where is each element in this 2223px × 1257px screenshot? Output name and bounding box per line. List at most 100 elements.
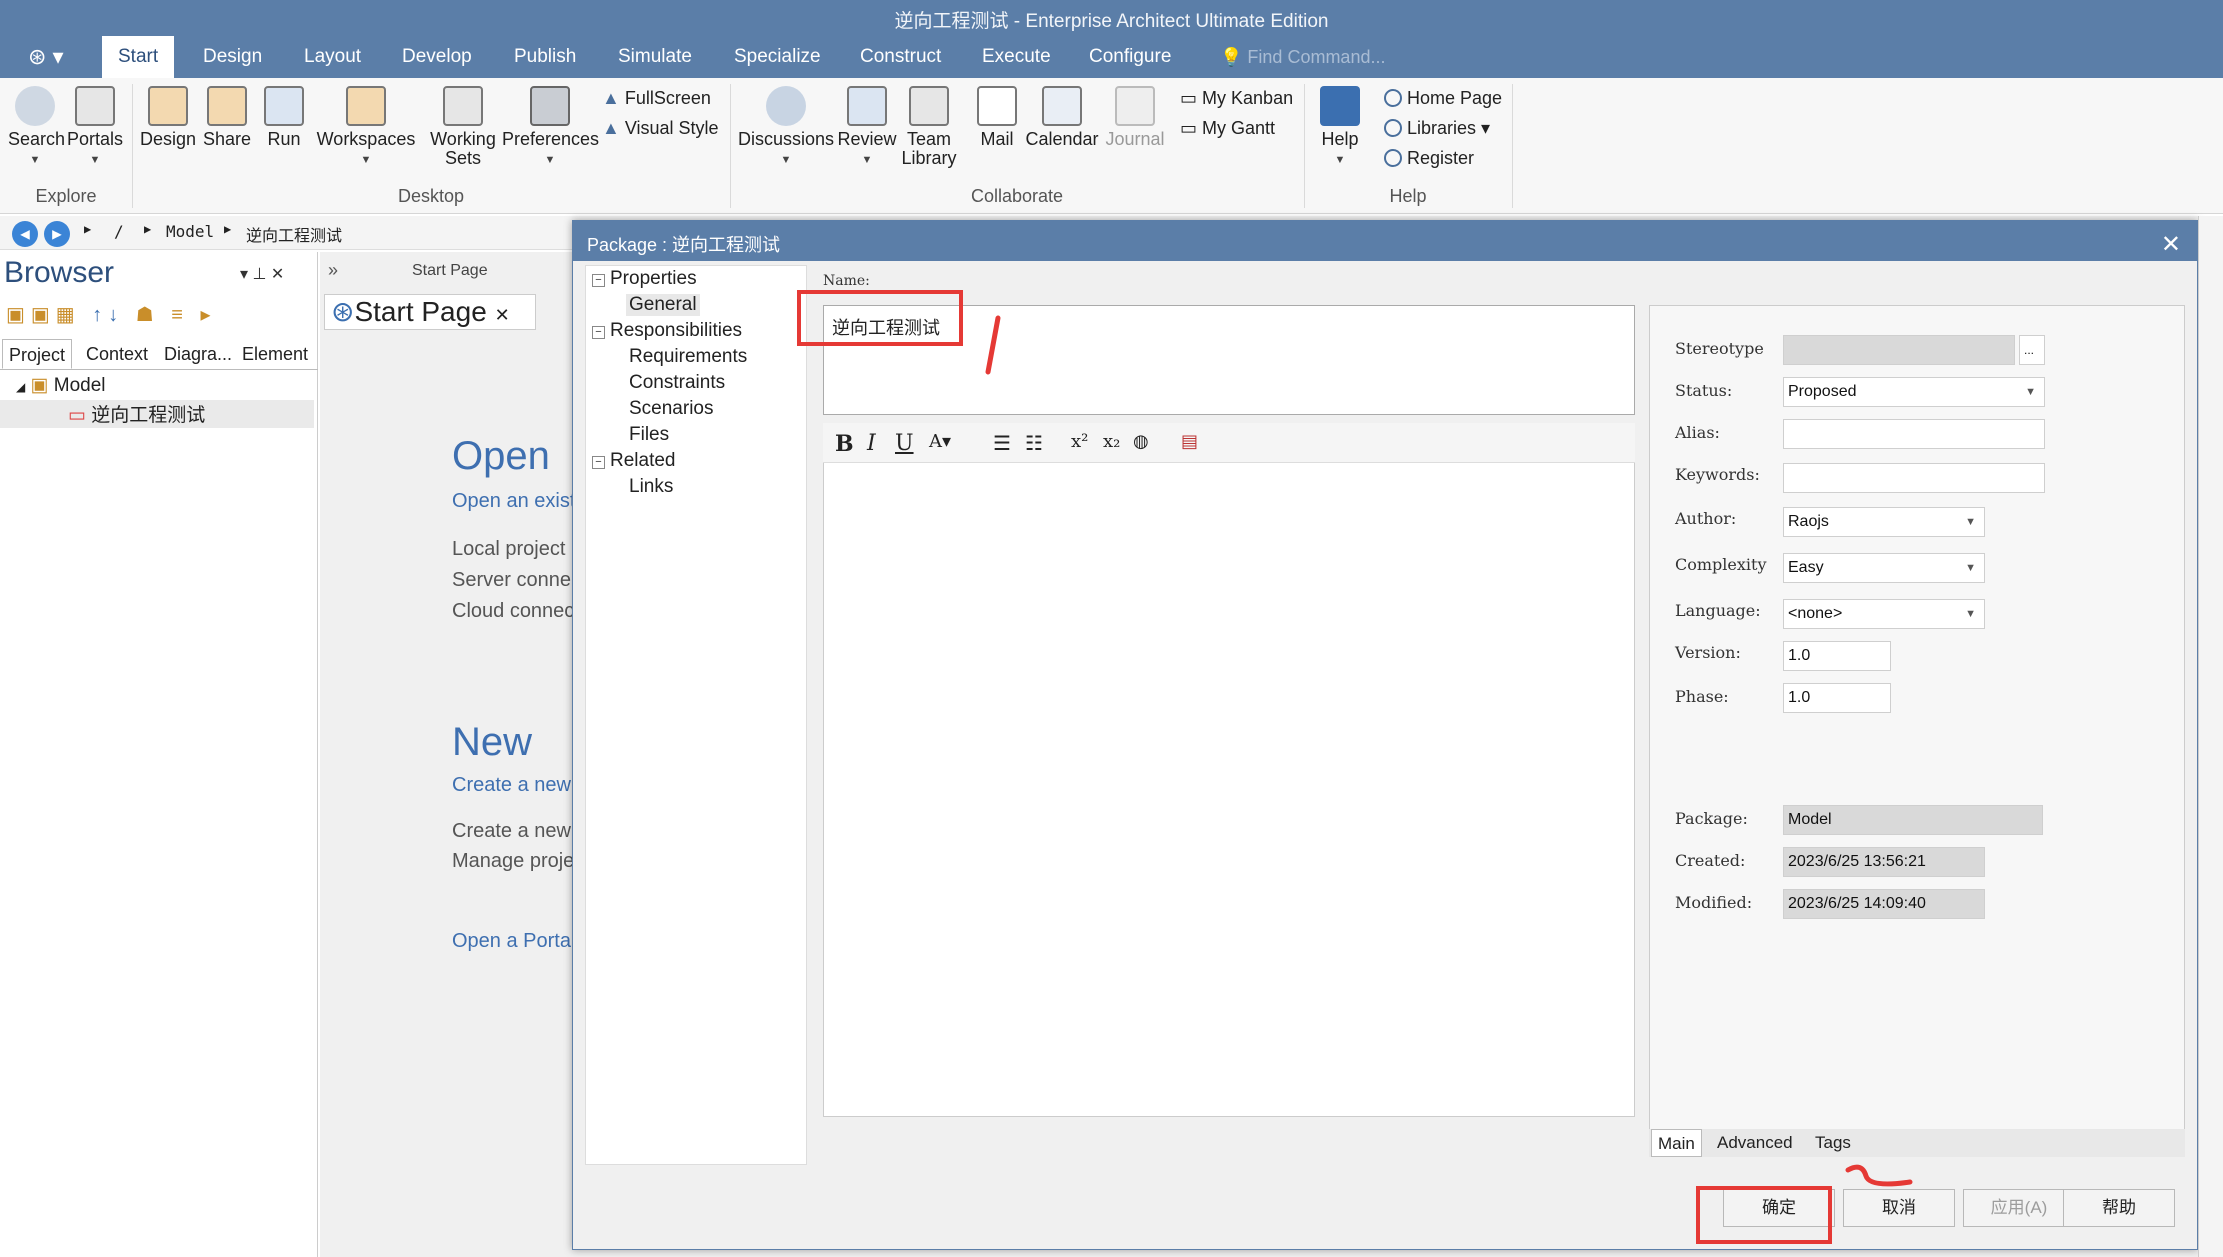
tab-execute[interactable]: Execute <box>966 36 1067 78</box>
tab-publish[interactable]: Publish <box>498 36 592 78</box>
open-portal-link[interactable]: Open a Portal <box>452 930 575 953</box>
tree-properties[interactable]: Properties <box>610 268 697 290</box>
discussions-button[interactable]: Discussions ▼ <box>738 86 834 170</box>
complexity-select[interactable]: Easy ▼ <box>1783 553 1985 583</box>
libraries-button[interactable]: Libraries ▾ <box>1384 118 1490 139</box>
alias-input[interactable] <box>1783 419 2045 449</box>
my-kanban-button[interactable]: ▭ My Kanban <box>1180 88 1293 109</box>
tab-simulate[interactable]: Simulate <box>602 36 708 78</box>
share-button[interactable]: Share <box>200 86 254 149</box>
preferences-button[interactable]: Preferences ▼ <box>502 86 599 170</box>
model-icon: ▣ <box>30 375 49 396</box>
browser-tab-element[interactable]: Element <box>236 339 314 369</box>
version-input[interactable]: 1.0 <box>1783 641 1891 671</box>
tab-main[interactable]: Main <box>1651 1129 1702 1157</box>
tab-develop[interactable]: Develop <box>386 36 488 78</box>
tree-item-package[interactable]: ▭ 逆向工程测试 <box>0 400 314 428</box>
open-existing-link[interactable]: Open an exist <box>452 490 575 513</box>
status-label: Status: <box>1675 381 1733 400</box>
tab-start[interactable]: Start <box>102 36 175 78</box>
numbered-list-icon[interactable]: ☷ <box>1025 431 1043 455</box>
review-button[interactable]: Review ▼ <box>836 86 898 170</box>
search-button[interactable]: Search ▼ <box>8 86 65 170</box>
manage-projects-text[interactable]: Manage proje <box>452 850 574 873</box>
tree-item-model[interactable]: ◢ ▣ Model <box>16 374 106 397</box>
dialog-close-icon[interactable]: ✕ <box>2161 225 2181 265</box>
globe-icon[interactable]: ◍ <box>1133 431 1149 452</box>
create-new-text[interactable]: Create a new <box>452 820 571 843</box>
design-button[interactable]: Design <box>138 86 198 149</box>
find-command-input[interactable]: 💡 Find Command... <box>1220 36 1385 78</box>
run-button[interactable]: Run <box>258 86 310 149</box>
calendar-button[interactable]: Calendar <box>1024 86 1100 149</box>
package-field: Model <box>1783 805 2043 835</box>
register-button[interactable]: Register <box>1384 148 1474 169</box>
tree-constraints[interactable]: Constraints <box>629 372 725 394</box>
fullscreen-button[interactable]: ▲ FullScreen <box>602 88 711 109</box>
tree-files[interactable]: Files <box>629 424 669 446</box>
home-page-button[interactable]: Home Page <box>1384 88 1502 109</box>
collapse-icon[interactable]: − <box>592 456 605 469</box>
visual-style-button[interactable]: ▲ Visual Style <box>602 118 719 139</box>
tab-specialize[interactable]: Specialize <box>718 36 837 78</box>
font-color-icon[interactable]: A▾ <box>929 431 951 452</box>
tree-responsibilities[interactable]: Responsibilities <box>610 320 742 342</box>
author-select[interactable]: Raojs ▼ <box>1783 507 1985 537</box>
document-icon[interactable]: ▤ <box>1181 431 1198 452</box>
create-new-link[interactable]: Create a new <box>452 774 571 797</box>
subscript-icon[interactable]: x₂ <box>1103 431 1120 452</box>
browser-tab-diagram[interactable]: Diagra... <box>158 339 238 369</box>
mail-button[interactable]: Mail <box>972 86 1022 149</box>
collapse-icon[interactable]: − <box>592 274 605 287</box>
tree-related[interactable]: Related <box>610 450 676 472</box>
tree-scenarios[interactable]: Scenarios <box>629 398 714 420</box>
phase-input[interactable]: 1.0 <box>1783 683 1891 713</box>
notes-editor[interactable] <box>823 423 1635 1117</box>
tab-advanced[interactable]: Advanced <box>1711 1129 1799 1157</box>
forward-icon[interactable]: ▶ <box>44 221 70 247</box>
my-gantt-button[interactable]: ▭ My Gantt <box>1180 118 1275 139</box>
italic-button[interactable]: I <box>867 431 876 456</box>
stereotype-field[interactable] <box>1783 335 2015 365</box>
expand-icon[interactable]: » <box>328 260 338 281</box>
tree-general[interactable]: General <box>626 294 700 316</box>
panel-menu-icon[interactable]: ▾ ⊥ ✕ <box>240 264 284 284</box>
status-select[interactable]: Proposed ▼ <box>1783 377 2045 407</box>
nav-package[interactable]: 逆向工程测试 <box>246 222 342 246</box>
bullet-list-icon[interactable]: ☰ <box>993 431 1011 455</box>
tab-design[interactable]: Design <box>187 36 278 78</box>
close-icon[interactable]: ✕ <box>495 305 510 325</box>
help-button[interactable]: Help ▼ <box>1312 86 1368 170</box>
language-select[interactable]: <none> ▼ <box>1783 599 1985 629</box>
tree-requirements[interactable]: Requirements <box>629 346 747 368</box>
working-sets-button[interactable]: Working Sets <box>424 86 502 168</box>
nav-root[interactable]: / <box>114 222 124 241</box>
apply-button[interactable]: 应用(A) <box>1963 1189 2075 1227</box>
browser-tab-context[interactable]: Context <box>80 339 154 369</box>
start-page-tab[interactable]: ⊛Start Page ✕ <box>324 294 536 330</box>
help-dialog-button[interactable]: 帮助 <box>2063 1189 2175 1227</box>
tab-configure[interactable]: Configure <box>1073 36 1187 78</box>
nav-model[interactable]: Model <box>166 222 214 241</box>
keywords-input[interactable] <box>1783 463 2045 493</box>
stereotype-browse-button[interactable]: ... <box>2019 335 2045 365</box>
cloud-connection-link[interactable]: Cloud connec <box>452 600 574 623</box>
tab-construct[interactable]: Construct <box>844 36 957 78</box>
local-project-link[interactable]: Local project <box>452 538 565 561</box>
collapse-icon[interactable]: − <box>592 326 605 339</box>
bold-button[interactable]: B <box>835 431 854 457</box>
journal-button[interactable]: Journal <box>1102 86 1168 149</box>
portals-button[interactable]: Portals ▼ <box>64 86 126 170</box>
browser-tab-project[interactable]: Project <box>2 339 73 369</box>
tab-layout[interactable]: Layout <box>288 36 377 78</box>
browser-toolbar[interactable]: ▣▣▦ ↑↓ ☗ ≡ ▸ <box>6 302 217 327</box>
superscript-icon[interactable]: x² <box>1071 431 1088 452</box>
team-library-button[interactable]: Team Library <box>900 86 958 168</box>
tab-tags[interactable]: Tags <box>1809 1129 1857 1157</box>
underline-button[interactable]: U <box>895 431 914 456</box>
server-connection-link[interactable]: Server conne <box>452 569 571 592</box>
back-icon[interactable]: ◀ <box>12 221 38 247</box>
workspaces-button[interactable]: Workspaces ▼ <box>314 86 418 170</box>
app-menu-button[interactable]: ⊛ ▾ <box>28 42 74 72</box>
tree-links[interactable]: Links <box>629 476 673 498</box>
